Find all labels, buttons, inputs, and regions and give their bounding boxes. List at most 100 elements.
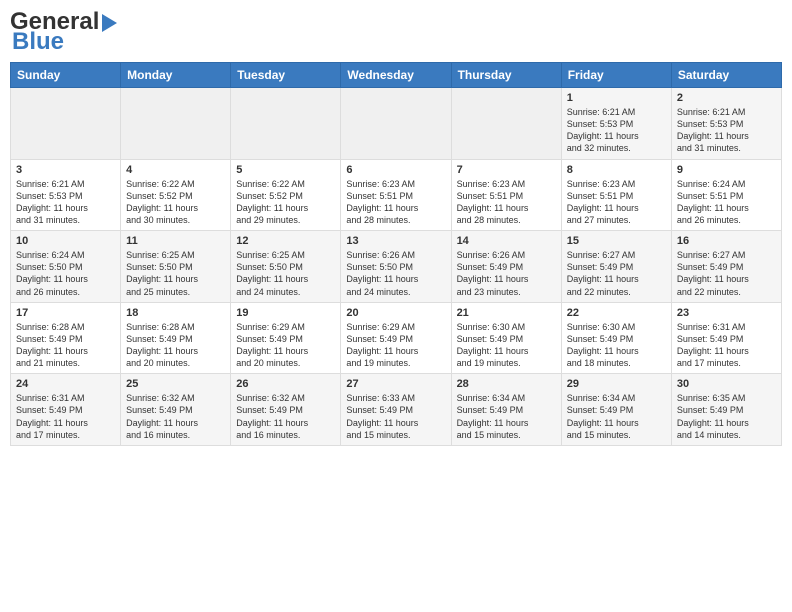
cell-info-line: Sunrise: 6:30 AM <box>567 321 666 333</box>
cell-info-line: Sunrise: 6:27 AM <box>567 249 666 261</box>
cell-info-line: Daylight: 11 hours <box>16 273 115 285</box>
cell-info-line: Daylight: 11 hours <box>457 345 556 357</box>
cell-info-line: Daylight: 11 hours <box>16 345 115 357</box>
cell-info-line: Daylight: 11 hours <box>677 417 776 429</box>
day-number: 22 <box>567 307 666 319</box>
cell-info-line: Sunrise: 6:31 AM <box>677 321 776 333</box>
cell-info-line: Sunset: 5:51 PM <box>567 190 666 202</box>
cell-info-line: and 16 minutes. <box>236 429 335 441</box>
cell-info-line: Sunset: 5:49 PM <box>126 333 225 345</box>
calendar-cell <box>341 88 451 160</box>
cell-info-line: Sunrise: 6:23 AM <box>346 178 445 190</box>
cell-info-line: Sunset: 5:52 PM <box>236 190 335 202</box>
day-number: 12 <box>236 235 335 247</box>
day-number: 27 <box>346 378 445 390</box>
cell-info-line: Sunset: 5:49 PM <box>16 333 115 345</box>
cell-info-line: Daylight: 11 hours <box>567 202 666 214</box>
week-row-3: 10Sunrise: 6:24 AMSunset: 5:50 PMDayligh… <box>11 231 782 303</box>
day-number: 24 <box>16 378 115 390</box>
day-number: 11 <box>126 235 225 247</box>
cell-info-line: Sunset: 5:49 PM <box>236 333 335 345</box>
cell-info-line: Daylight: 11 hours <box>677 130 776 142</box>
cell-info-line: and 22 minutes. <box>567 286 666 298</box>
cell-info-line: Sunset: 5:49 PM <box>346 333 445 345</box>
calendar-cell <box>231 88 341 160</box>
week-row-5: 24Sunrise: 6:31 AMSunset: 5:49 PMDayligh… <box>11 374 782 446</box>
cell-info-line: Sunset: 5:53 PM <box>677 118 776 130</box>
cell-info-line: Sunset: 5:53 PM <box>567 118 666 130</box>
page: G eneral Blue SundayMondayTuesdayWednesd… <box>0 0 792 612</box>
cell-info-line: and 14 minutes. <box>677 429 776 441</box>
weekday-header-tuesday: Tuesday <box>231 63 341 88</box>
cell-info-line: Sunrise: 6:30 AM <box>457 321 556 333</box>
calendar-cell: 22Sunrise: 6:30 AMSunset: 5:49 PMDayligh… <box>561 302 671 374</box>
cell-info-line: and 31 minutes. <box>677 142 776 154</box>
weekday-header-wednesday: Wednesday <box>341 63 451 88</box>
cell-info-line: Sunrise: 6:21 AM <box>677 106 776 118</box>
cell-info-line: Daylight: 11 hours <box>126 417 225 429</box>
calendar-cell: 26Sunrise: 6:32 AMSunset: 5:49 PMDayligh… <box>231 374 341 446</box>
cell-info-line: Daylight: 11 hours <box>457 417 556 429</box>
cell-info-line: Sunrise: 6:22 AM <box>236 178 335 190</box>
weekday-header-row: SundayMondayTuesdayWednesdayThursdayFrid… <box>11 63 782 88</box>
cell-info-line: Sunset: 5:52 PM <box>126 190 225 202</box>
cell-info-line: and 21 minutes. <box>16 357 115 369</box>
day-number: 6 <box>346 164 445 176</box>
calendar-cell: 9Sunrise: 6:24 AMSunset: 5:51 PMDaylight… <box>671 159 781 231</box>
weekday-header-monday: Monday <box>121 63 231 88</box>
cell-info-line: and 26 minutes. <box>16 286 115 298</box>
day-number: 10 <box>16 235 115 247</box>
cell-info-line: Sunrise: 6:29 AM <box>346 321 445 333</box>
logo: G eneral Blue <box>10 10 117 54</box>
day-number: 20 <box>346 307 445 319</box>
day-number: 14 <box>457 235 556 247</box>
calendar-cell <box>121 88 231 160</box>
cell-info-line: and 26 minutes. <box>677 214 776 226</box>
cell-info-line: Sunrise: 6:28 AM <box>16 321 115 333</box>
cell-info-line: Daylight: 11 hours <box>677 345 776 357</box>
cell-info-line: Sunset: 5:49 PM <box>346 404 445 416</box>
cell-info-line: Daylight: 11 hours <box>126 345 225 357</box>
cell-info-line: Daylight: 11 hours <box>126 273 225 285</box>
cell-info-line: Sunrise: 6:35 AM <box>677 392 776 404</box>
cell-info-line: and 15 minutes. <box>567 429 666 441</box>
week-row-4: 17Sunrise: 6:28 AMSunset: 5:49 PMDayligh… <box>11 302 782 374</box>
weekday-header-thursday: Thursday <box>451 63 561 88</box>
cell-info-line: and 28 minutes. <box>457 214 556 226</box>
day-number: 21 <box>457 307 556 319</box>
cell-info-line: Daylight: 11 hours <box>567 417 666 429</box>
cell-info-line: and 15 minutes. <box>457 429 556 441</box>
cell-info-line: Daylight: 11 hours <box>346 202 445 214</box>
cell-info-line: Sunset: 5:50 PM <box>236 261 335 273</box>
cell-info-line: Sunrise: 6:25 AM <box>126 249 225 261</box>
cell-info-line: Sunset: 5:49 PM <box>236 404 335 416</box>
day-number: 9 <box>677 164 776 176</box>
cell-info-line: Sunset: 5:51 PM <box>346 190 445 202</box>
cell-info-line: Daylight: 11 hours <box>457 273 556 285</box>
cell-info-line: Sunset: 5:53 PM <box>16 190 115 202</box>
week-row-2: 3Sunrise: 6:21 AMSunset: 5:53 PMDaylight… <box>11 159 782 231</box>
calendar-cell: 29Sunrise: 6:34 AMSunset: 5:49 PMDayligh… <box>561 374 671 446</box>
calendar-cell: 4Sunrise: 6:22 AMSunset: 5:52 PMDaylight… <box>121 159 231 231</box>
cell-info-line: Sunset: 5:49 PM <box>126 404 225 416</box>
cell-info-line: and 25 minutes. <box>126 286 225 298</box>
day-number: 30 <box>677 378 776 390</box>
calendar-cell: 1Sunrise: 6:21 AMSunset: 5:53 PMDaylight… <box>561 88 671 160</box>
cell-info-line: and 30 minutes. <box>126 214 225 226</box>
cell-info-line: and 17 minutes. <box>677 357 776 369</box>
cell-info-line: and 18 minutes. <box>567 357 666 369</box>
cell-info-line: Daylight: 11 hours <box>567 345 666 357</box>
cell-info-line: Daylight: 11 hours <box>677 202 776 214</box>
cell-info-line: Daylight: 11 hours <box>346 345 445 357</box>
cell-info-line: and 16 minutes. <box>126 429 225 441</box>
cell-info-line: Daylight: 11 hours <box>346 417 445 429</box>
cell-info-line: Sunset: 5:49 PM <box>677 333 776 345</box>
cell-info-line: Sunrise: 6:22 AM <box>126 178 225 190</box>
weekday-header-saturday: Saturday <box>671 63 781 88</box>
cell-info-line: and 29 minutes. <box>236 214 335 226</box>
cell-info-line: Sunrise: 6:32 AM <box>126 392 225 404</box>
calendar-cell: 30Sunrise: 6:35 AMSunset: 5:49 PMDayligh… <box>671 374 781 446</box>
cell-info-line: and 28 minutes. <box>346 214 445 226</box>
day-number: 17 <box>16 307 115 319</box>
cell-info-line: Sunrise: 6:21 AM <box>567 106 666 118</box>
